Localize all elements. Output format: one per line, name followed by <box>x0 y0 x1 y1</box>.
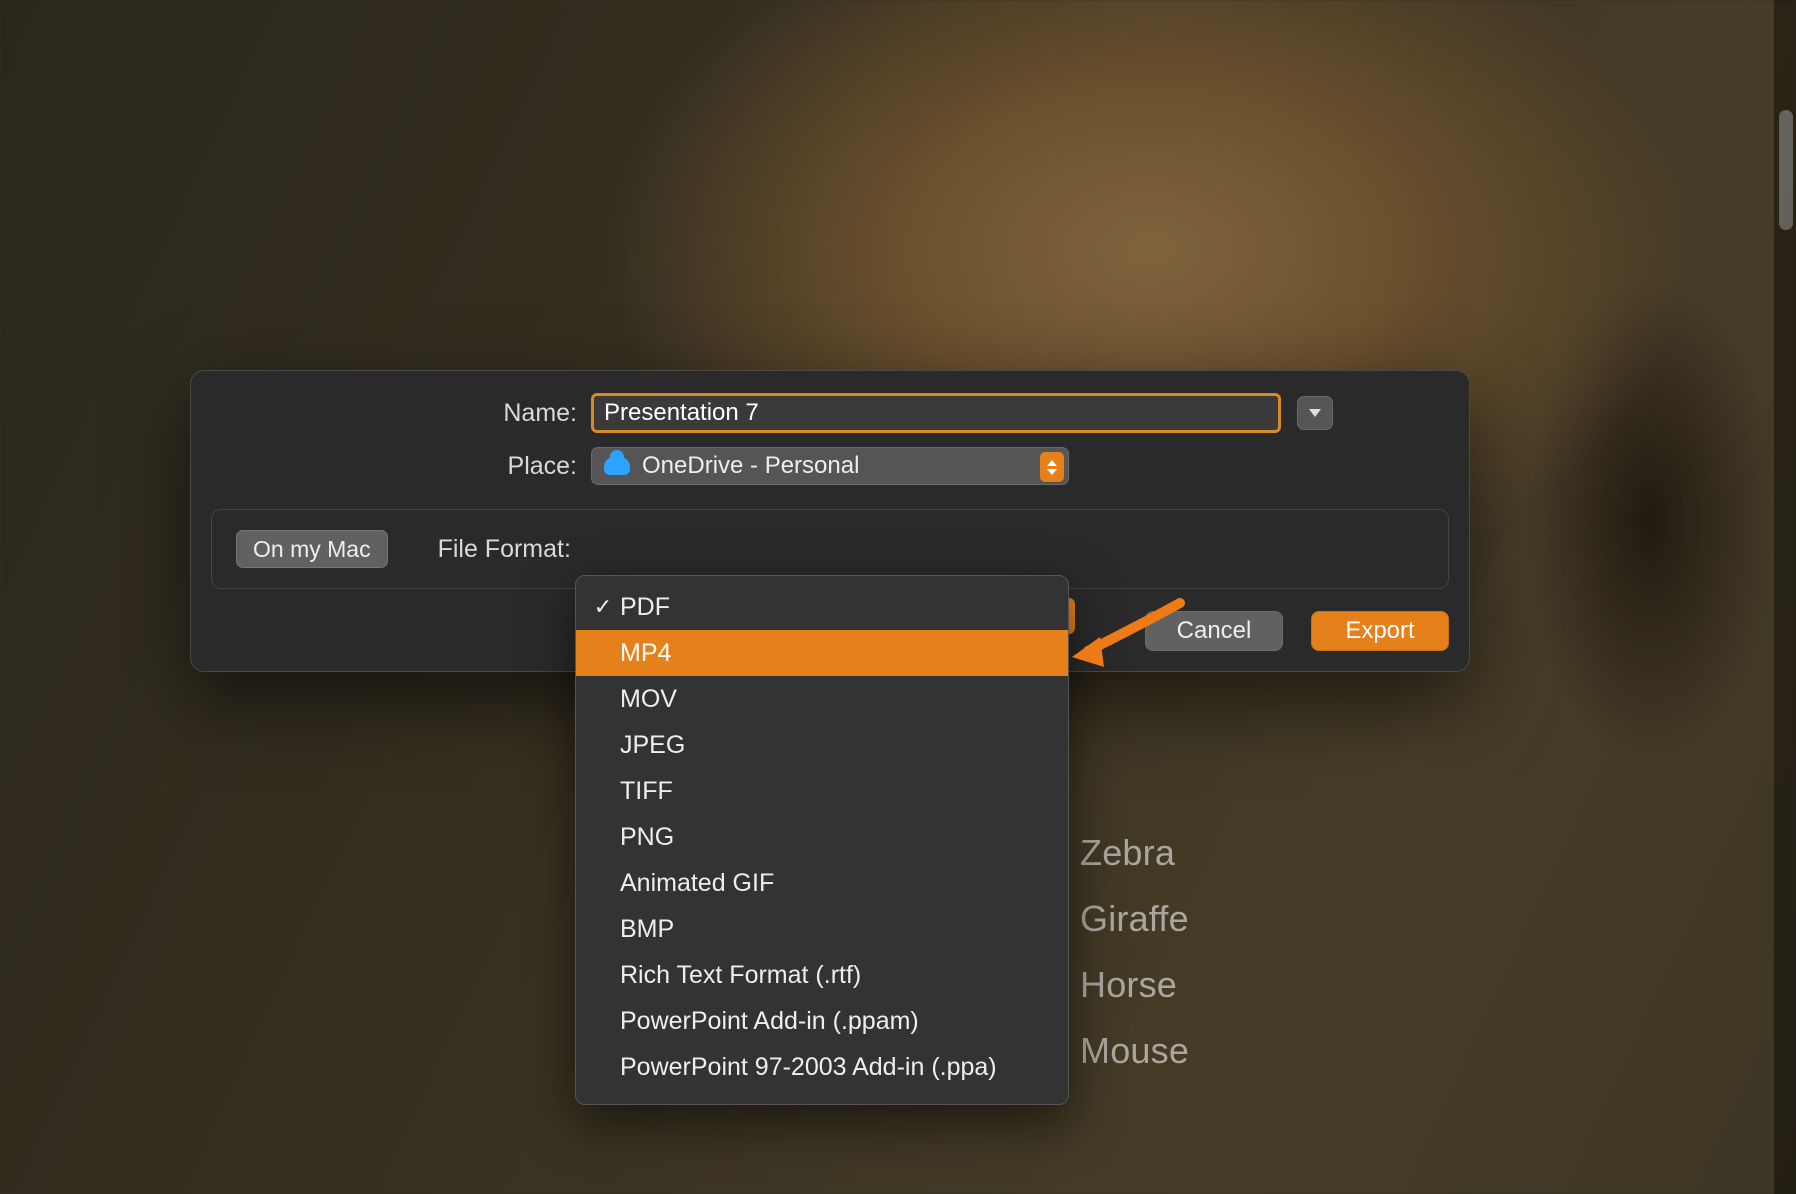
file-format-option[interactable]: MP4 <box>576 630 1068 676</box>
file-format-menu[interactable]: ✓PDF MP4 MOV JPEG TIFF PNG Animated GIF BMP Rich… <box>575 575 1069 1105</box>
file-format-option[interactable]: JPEG <box>576 722 1068 768</box>
name-row: Name: <box>211 393 1449 433</box>
on-my-mac-button[interactable]: On my Mac <box>236 530 388 568</box>
export-button[interactable]: Export <box>1311 611 1449 651</box>
file-format-option-label: JPEG <box>620 731 685 760</box>
file-format-option-label: PDF <box>620 593 670 622</box>
file-format-option[interactable]: PowerPoint 97-2003 Add-in (.ppa) <box>576 1044 1068 1090</box>
file-format-option[interactable]: PNG <box>576 814 1068 860</box>
vertical-scrollbar[interactable] <box>1774 0 1796 1194</box>
file-format-option-label: PowerPoint Add-in (.ppam) <box>620 1007 919 1036</box>
file-format-option[interactable]: Rich Text Format (.rtf) <box>576 952 1068 998</box>
file-format-option-label: BMP <box>620 915 674 944</box>
updown-icon <box>1040 452 1064 482</box>
place-label: Place: <box>211 452 591 481</box>
file-format-option-label: MP4 <box>620 639 671 668</box>
checkmark-icon: ✓ <box>590 594 616 620</box>
file-format-option[interactable]: BMP <box>576 906 1068 952</box>
file-format-option[interactable]: Animated GIF <box>576 860 1068 906</box>
file-format-option-label: TIFF <box>620 777 673 806</box>
file-format-option-label: Rich Text Format (.rtf) <box>620 961 861 990</box>
file-format-option-label: MOV <box>620 685 677 714</box>
file-format-label: File Format: <box>438 535 571 564</box>
file-format-option[interactable]: MOV <box>576 676 1068 722</box>
file-format-option-label: PowerPoint 97-2003 Add-in (.ppa) <box>620 1053 997 1082</box>
cloud-icon <box>604 457 630 475</box>
expand-save-panel-button[interactable] <box>1297 396 1333 430</box>
slide-background-text: Zebra Giraffe Horse Mouse <box>1080 820 1189 1084</box>
slide-list-item: Mouse <box>1080 1018 1189 1084</box>
place-row: Place: OneDrive - Personal <box>211 447 1449 485</box>
place-select[interactable]: OneDrive - Personal <box>591 447 1069 485</box>
slide-list-item: Horse <box>1080 952 1189 1018</box>
place-value: OneDrive - Personal <box>642 452 859 480</box>
chevron-down-icon <box>1309 409 1321 417</box>
file-format-option-label: PNG <box>620 823 674 852</box>
slide-list-item: Zebra <box>1080 820 1189 886</box>
file-format-option[interactable]: ✓PDF <box>576 584 1068 630</box>
cancel-button[interactable]: Cancel <box>1145 611 1283 651</box>
file-format-option[interactable]: TIFF <box>576 768 1068 814</box>
name-input[interactable] <box>591 393 1281 433</box>
name-label: Name: <box>211 399 591 428</box>
file-format-option-label: Animated GIF <box>620 869 774 898</box>
slide-list-item: Giraffe <box>1080 886 1189 952</box>
scrollbar-thumb[interactable] <box>1779 110 1793 230</box>
file-format-option[interactable]: PowerPoint Add-in (.ppam) <box>576 998 1068 1044</box>
